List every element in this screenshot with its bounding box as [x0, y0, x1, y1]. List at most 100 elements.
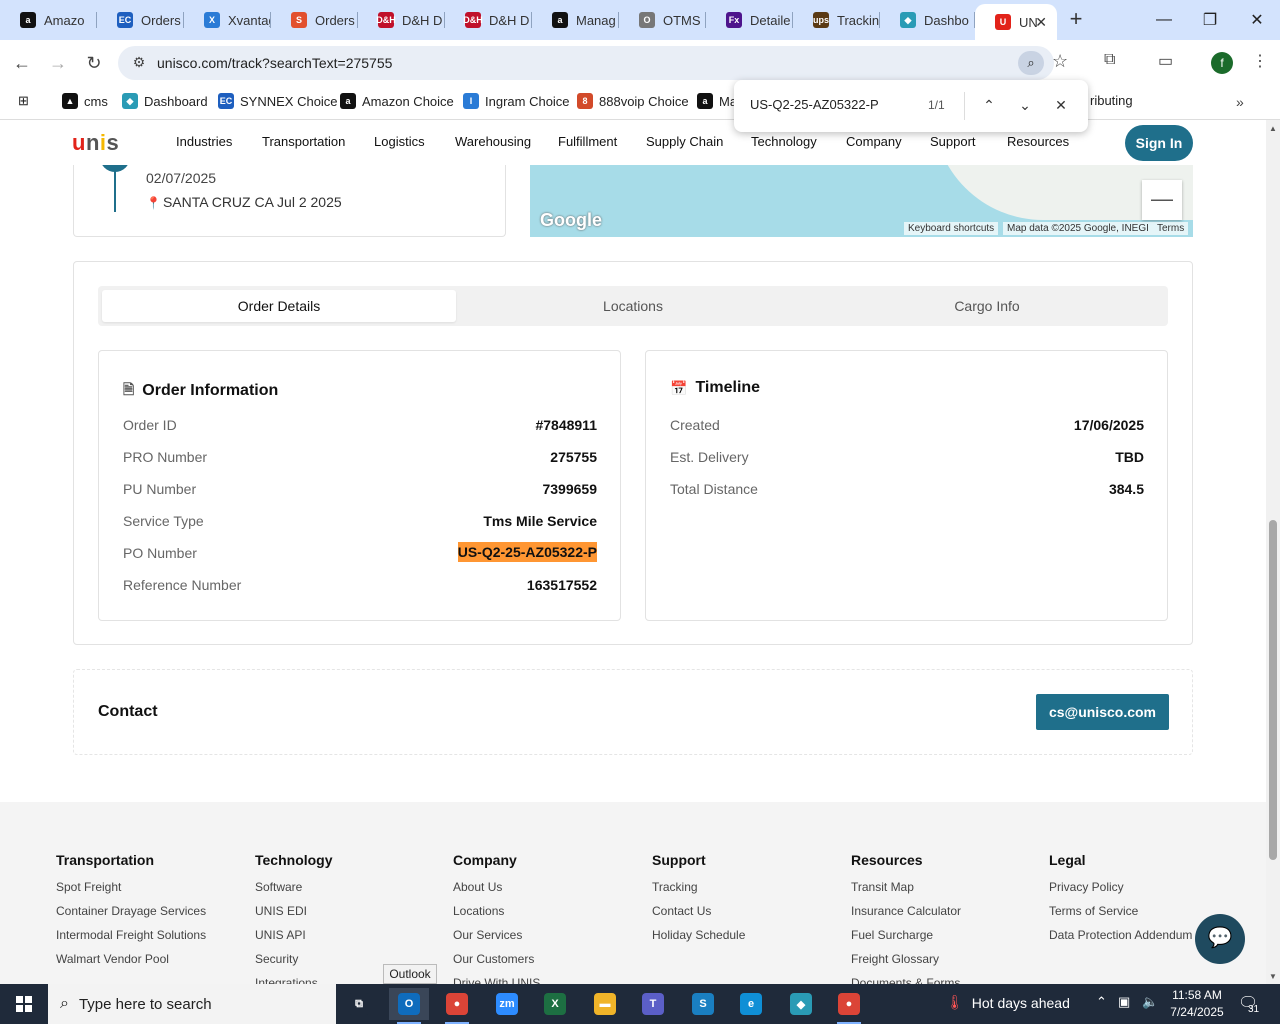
zoom-icon[interactable]: zm: [487, 988, 527, 1020]
bookmark-item[interactable]: a Ma: [697, 93, 737, 109]
new-tab-button[interactable]: +: [1064, 8, 1088, 32]
footer-link[interactable]: Container Drayage Services: [56, 904, 206, 918]
nav-warehousing[interactable]: Warehousing: [455, 134, 531, 149]
file-explorer-icon[interactable]: ▬: [585, 988, 625, 1020]
tab-cargo-info[interactable]: Cargo Info: [810, 290, 1164, 322]
find-input[interactable]: US-Q2-25-AZ05322-P: [750, 97, 879, 112]
nav-company[interactable]: Company: [846, 134, 902, 149]
scrollbar-thumb[interactable]: [1269, 520, 1277, 860]
more-bookmarks-icon[interactable]: »: [1236, 94, 1244, 110]
footer-link[interactable]: Terms of Service: [1049, 904, 1192, 918]
url-text[interactable]: unisco.com/track?searchText=275755: [157, 55, 392, 71]
nav-supply-chain[interactable]: Supply Chain: [646, 134, 723, 149]
tab-search-icon[interactable]: ▭: [1158, 51, 1173, 71]
weather-widget[interactable]: 🌡 Hot days ahead: [946, 994, 1070, 1011]
footer-link[interactable]: Walmart Vendor Pool: [56, 952, 206, 966]
footer-link[interactable]: Our Services: [453, 928, 540, 942]
footer-link[interactable]: Fuel Surcharge: [851, 928, 961, 942]
browser-tab[interactable]: D&H D&H D: [358, 0, 445, 40]
show-hidden-icons-icon[interactable]: ⌃: [1096, 994, 1107, 1010]
footer-link[interactable]: Intermodal Freight Solutions: [56, 928, 206, 942]
nav-fulfillment[interactable]: Fulfillment: [558, 134, 617, 149]
network-icon[interactable]: ▣: [1118, 994, 1130, 1010]
footer-link[interactable]: Freight Glossary: [851, 952, 961, 966]
footer-link[interactable]: Our Customers: [453, 952, 540, 966]
browser-tab[interactable]: U UN ✕: [975, 4, 1057, 40]
footer-link[interactable]: UNIS API: [255, 928, 333, 942]
reload-icon[interactable]: ↻: [80, 49, 108, 77]
profile-avatar[interactable]: f: [1211, 52, 1233, 74]
browser-tab[interactable]: S Orders: [271, 0, 358, 40]
footer-link[interactable]: Drive With UNIS: [453, 976, 540, 984]
chrome-profile-icon[interactable]: ●: [829, 988, 869, 1024]
sourcetree-icon[interactable]: S: [683, 988, 723, 1020]
map-terms-link[interactable]: Terms: [1153, 222, 1189, 235]
bookmark-item[interactable]: ributing: [1090, 93, 1133, 108]
zoom-out-button[interactable]: —: [1142, 180, 1182, 220]
footer-link[interactable]: About Us: [453, 880, 540, 894]
footer-link[interactable]: UNIS EDI: [255, 904, 333, 918]
close-window-button[interactable]: ✕: [1234, 0, 1280, 40]
footer-link[interactable]: Spot Freight: [56, 880, 206, 894]
chrome-icon[interactable]: ●: [437, 988, 477, 1024]
find-previous-icon[interactable]: ⌃: [978, 94, 1000, 116]
nav-support[interactable]: Support: [930, 134, 976, 149]
site-info-icon[interactable]: ⚙: [130, 54, 148, 72]
bookmark-item[interactable]: EC SYNNEX Choice: [218, 93, 338, 109]
bookmark-item[interactable]: ▲ cms: [62, 93, 108, 109]
tab-locations[interactable]: Locations: [456, 290, 810, 322]
browser-tab[interactable]: ups Trackin: [793, 0, 880, 40]
restore-button[interactable]: ❐: [1187, 0, 1233, 40]
browser-tab[interactable]: D&H D&H D: [445, 0, 532, 40]
minimize-button[interactable]: —: [1141, 0, 1187, 40]
excel-icon[interactable]: X: [535, 988, 575, 1020]
footer-link[interactable]: Data Protection Addendum: [1049, 928, 1192, 942]
browser-tab[interactable]: ◆ Dashbo: [880, 0, 975, 40]
bookmark-item[interactable]: I Ingram Choice: [463, 93, 570, 109]
menu-icon[interactable]: ⋮: [1252, 51, 1268, 71]
footer-link[interactable]: Documents & Forms: [851, 976, 961, 984]
outlook-icon[interactable]: O: [389, 988, 429, 1024]
browser-tab[interactable]: Fx Detaile: [706, 0, 793, 40]
system-clock[interactable]: 11:58 AM 7/24/2025: [1168, 987, 1226, 1021]
start-button[interactable]: [0, 984, 48, 1024]
bookmark-item[interactable]: a Amazon Choice: [340, 93, 454, 109]
taskbar-search[interactable]: ⌕ Type here to search: [48, 984, 336, 1024]
nav-resources[interactable]: Resources: [1007, 134, 1069, 149]
bookmark-item[interactable]: 8 888voip Choice: [577, 93, 689, 109]
footer-link[interactable]: Insurance Calculator: [851, 904, 961, 918]
keyboard-shortcuts-link[interactable]: Keyboard shortcuts: [904, 222, 999, 235]
footer-link[interactable]: Security: [255, 952, 333, 966]
footer-link[interactable]: Transit Map: [851, 880, 961, 894]
browser-tab[interactable]: EC Orders: [97, 0, 184, 40]
find-close-icon[interactable]: ✕: [1050, 94, 1072, 116]
volume-icon[interactable]: 🔈: [1142, 994, 1158, 1010]
footer-link[interactable]: Locations: [453, 904, 540, 918]
bookmark-item[interactable]: ◆ Dashboard: [122, 93, 208, 109]
app-icon[interactable]: ◆: [781, 988, 821, 1020]
scroll-down-icon[interactable]: ▼: [1269, 972, 1277, 981]
tab-close-icon[interactable]: ✕: [1035, 14, 1047, 31]
tab-order-details[interactable]: Order Details: [102, 290, 456, 322]
find-icon[interactable]: ⌕: [1018, 51, 1044, 75]
bookmark-star-icon[interactable]: ☆: [1052, 51, 1068, 72]
footer-link[interactable]: Privacy Policy: [1049, 880, 1192, 894]
footer-link[interactable]: Software: [255, 880, 333, 894]
browser-tab[interactable]: a Manag: [532, 0, 619, 40]
nav-industries[interactable]: Industries: [176, 134, 232, 149]
page-scrollbar[interactable]: ▲ ▼: [1266, 120, 1280, 984]
unis-logo[interactable]: unis: [72, 130, 119, 156]
apps-grid-icon[interactable]: ⊞: [18, 93, 29, 109]
browser-tab[interactable]: O OTMS: [619, 0, 706, 40]
back-icon[interactable]: ←: [8, 49, 36, 77]
forward-icon[interactable]: →: [44, 49, 72, 77]
footer-link[interactable]: Holiday Schedule: [652, 928, 745, 942]
contact-email-button[interactable]: cs@unisco.com: [1036, 694, 1169, 730]
browser-tab[interactable]: a Amazo: [0, 0, 97, 40]
nav-logistics[interactable]: Logistics: [374, 134, 425, 149]
sign-in-button[interactable]: Sign In: [1125, 125, 1193, 161]
teams-icon[interactable]: T: [633, 988, 673, 1020]
extensions-icon[interactable]: ⧉: [1104, 51, 1115, 69]
chat-icon[interactable]: 💬: [1195, 914, 1245, 964]
edge-icon[interactable]: e: [731, 988, 771, 1020]
